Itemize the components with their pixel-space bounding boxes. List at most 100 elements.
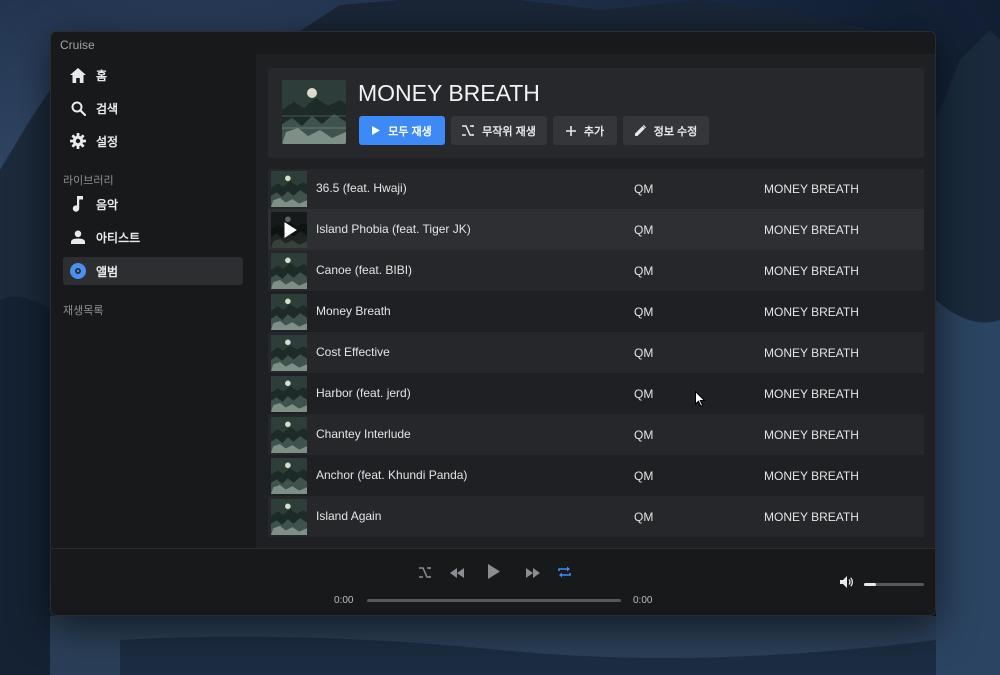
track-title: Island Again xyxy=(316,509,382,523)
seek-bar[interactable] xyxy=(367,599,621,602)
playlists-section-label[interactable]: 재생목록 xyxy=(63,302,103,318)
shuffle-icon xyxy=(419,565,431,583)
track-artist: QM xyxy=(634,264,654,278)
track-row[interactable]: Island Again QM MONEY BREATH xyxy=(268,496,924,537)
shuffle-icon xyxy=(462,125,475,136)
total-time: 0:00 xyxy=(633,595,653,606)
mouse-cursor-icon xyxy=(695,391,706,407)
track-row[interactable]: Island Phobia (feat. Tiger JK) QM MONEY … xyxy=(268,209,924,250)
album-icon xyxy=(70,263,86,279)
music-note-icon xyxy=(70,196,86,212)
track-artist: QM xyxy=(634,510,654,524)
track-album: MONEY BREATH xyxy=(764,264,859,278)
track-thumbnail xyxy=(271,417,307,453)
player-bar: 0:00 0:00 xyxy=(51,548,935,615)
track-title: Anchor (feat. Khundi Panda) xyxy=(316,468,468,482)
current-time: 0:00 xyxy=(334,595,354,606)
track-row[interactable]: Cost Effective QM MONEY BREATH xyxy=(268,332,924,373)
mute-button[interactable] xyxy=(839,575,855,593)
play-all-button[interactable]: 모두 재생 xyxy=(359,116,445,145)
track-thumbnail xyxy=(271,171,307,207)
track-title: 36.5 (feat. Hwaji) xyxy=(316,181,407,195)
shuffle-button[interactable]: 무작위 재생 xyxy=(451,116,547,145)
volume-slider[interactable] xyxy=(864,583,924,586)
track-title: Harbor (feat. jerd) xyxy=(316,386,411,400)
rewind-icon xyxy=(450,565,464,583)
track-artist: QM xyxy=(634,346,654,360)
volume-level xyxy=(864,583,876,586)
track-title: Island Phobia (feat. Tiger JK) xyxy=(316,222,471,236)
track-album: MONEY BREATH xyxy=(764,510,859,524)
sidebar-item-label: 음악 xyxy=(96,197,119,212)
sidebar-item-search[interactable]: 검색 xyxy=(63,94,243,122)
track-title: Cost Effective xyxy=(316,345,390,359)
sidebar-item-label: 설정 xyxy=(96,134,119,149)
track-album: MONEY BREATH xyxy=(764,305,859,319)
track-album: MONEY BREATH xyxy=(764,182,859,196)
track-row[interactable]: Anchor (feat. Khundi Panda) QM MONEY BRE… xyxy=(268,455,924,496)
sidebar: 홈 검색 설정 라이브러리 음악 아티스트 앨범 재생목록 xyxy=(51,54,256,548)
gear-icon xyxy=(70,133,86,149)
shuffle-toggle[interactable] xyxy=(417,566,433,582)
track-thumbnail xyxy=(271,294,307,330)
sidebar-item-home[interactable]: 홈 xyxy=(63,61,243,89)
track-album: MONEY BREATH xyxy=(764,387,859,401)
album-cover xyxy=(282,80,346,144)
app-window: Cruise 홈 검색 설정 라이브러리 음악 아티스트 앨범 재생목록 MON… xyxy=(50,31,936,616)
track-album: MONEY BREATH xyxy=(764,346,859,360)
track-thumbnail xyxy=(271,335,307,371)
track-title: Canoe (feat. BIBI) xyxy=(316,263,413,277)
edit-info-button[interactable]: 정보 수정 xyxy=(623,116,709,145)
sidebar-item-label: 앨범 xyxy=(96,264,119,279)
sidebar-item-artists[interactable]: 아티스트 xyxy=(63,223,243,251)
shuffle-label: 무작위 재생 xyxy=(482,125,536,138)
track-title: Money Breath xyxy=(316,304,391,318)
volume-icon xyxy=(840,575,854,593)
fast-forward-icon xyxy=(526,565,540,583)
track-row[interactable]: Money Breath QM MONEY BREATH xyxy=(268,291,924,332)
plus-icon xyxy=(565,125,576,136)
track-row[interactable]: Canoe (feat. BIBI) QM MONEY BREATH xyxy=(268,250,924,291)
track-album: MONEY BREATH xyxy=(764,469,859,483)
track-artist: QM xyxy=(634,305,654,319)
track-artist: QM xyxy=(634,182,654,196)
track-row[interactable]: Chantey Interlude QM MONEY BREATH xyxy=(268,414,924,455)
track-thumbnail xyxy=(271,499,307,535)
track-thumbnail xyxy=(271,212,307,248)
sidebar-item-albums[interactable]: 앨범 xyxy=(63,257,243,285)
sidebar-item-music[interactable]: 음악 xyxy=(63,190,243,218)
track-row[interactable]: 36.5 (feat. Hwaji) QM MONEY BREATH xyxy=(268,169,924,209)
album-header: MONEY BREATH 모두 재생 무작위 재생 추가 정보 수정 xyxy=(268,68,924,158)
track-thumbnail xyxy=(271,458,307,494)
library-section-label: 라이브러리 xyxy=(63,175,114,187)
sidebar-item-label: 검색 xyxy=(96,101,119,116)
previous-button[interactable] xyxy=(448,566,466,582)
play-all-label: 모두 재생 xyxy=(388,125,432,138)
window-title: Cruise xyxy=(60,38,95,52)
track-list-scrollbar[interactable] xyxy=(929,169,935,548)
repeat-toggle[interactable] xyxy=(556,566,572,582)
play-button[interactable] xyxy=(485,564,503,584)
home-icon xyxy=(70,67,86,83)
search-icon xyxy=(70,100,86,116)
play-icon xyxy=(488,564,500,584)
edit-info-label: 정보 수정 xyxy=(653,125,698,138)
track-row[interactable]: Harbor (feat. jerd) QM MONEY BREATH xyxy=(268,373,924,414)
track-artist: QM xyxy=(634,387,654,401)
person-icon xyxy=(70,229,86,245)
track-album: MONEY BREATH xyxy=(764,428,859,442)
next-button[interactable] xyxy=(524,566,542,582)
sidebar-item-settings[interactable]: 설정 xyxy=(63,127,243,155)
track-thumbnail xyxy=(271,376,307,412)
add-button[interactable]: 추가 xyxy=(553,116,617,145)
track-thumbnail xyxy=(271,253,307,289)
repeat-icon xyxy=(557,565,571,583)
pencil-icon xyxy=(634,125,646,136)
sidebar-item-label: 아티스트 xyxy=(96,230,141,245)
track-title: Chantey Interlude xyxy=(316,427,411,441)
track-artist: QM xyxy=(634,469,654,483)
track-list: 36.5 (feat. Hwaji) QM MONEY BREATH Islan… xyxy=(268,169,924,548)
play-icon xyxy=(372,126,381,135)
add-label: 추가 xyxy=(583,125,605,138)
track-artist: QM xyxy=(634,428,654,442)
